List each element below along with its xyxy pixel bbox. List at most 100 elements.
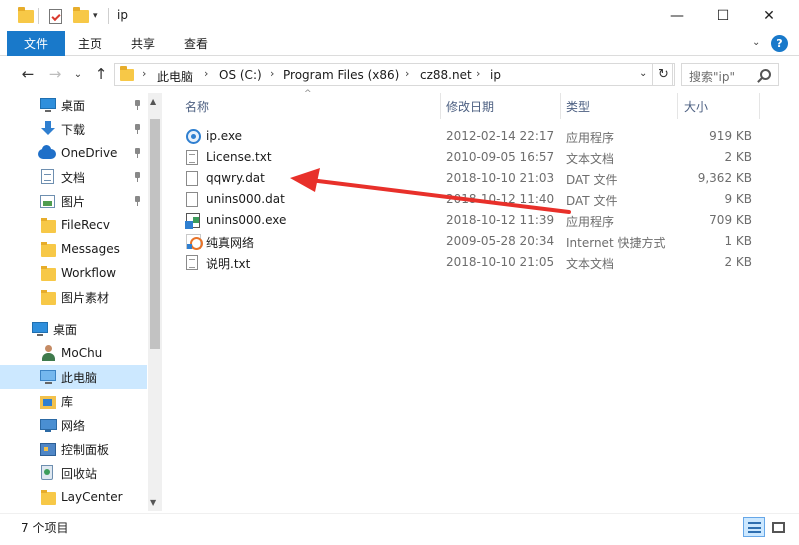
sidebar-item-libraries[interactable]: 库 bbox=[0, 389, 147, 413]
file-row-unins000-exe[interactable]: unins000.exe 2018-10-12 11:39 应用程序 709 K… bbox=[179, 210, 759, 231]
pin-icon[interactable] bbox=[133, 100, 143, 110]
sidebar-item-laycenter[interactable]: LayCenter bbox=[0, 485, 147, 509]
column-header-type[interactable]: 类型 bbox=[566, 93, 590, 119]
refresh-button[interactable]: ↻ bbox=[652, 63, 675, 86]
file-name: 纯真网络 bbox=[206, 236, 255, 250]
sidebar-item-desktop[interactable]: 桌面 bbox=[0, 317, 147, 341]
ribbon-tabs: 文件 主页 共享 查看 ⌄ ? bbox=[0, 31, 799, 56]
file-row-ip-exe[interactable]: ip.exe 2012-02-14 22:17 应用程序 919 KB bbox=[179, 126, 759, 147]
sidebar-item-desktop-pinned[interactable]: 桌面 bbox=[0, 93, 147, 117]
file-size: 2 KB bbox=[724, 255, 752, 269]
tab-file[interactable]: 文件 bbox=[7, 31, 65, 56]
sidebar-item-control-panel[interactable]: 控制面板 bbox=[0, 437, 147, 461]
address-bar[interactable]: › 此电脑 › OS (C:) › Program Files (x86) › … bbox=[114, 63, 673, 86]
up-button[interactable]: ↑ bbox=[90, 63, 112, 85]
address-dropdown-icon[interactable]: ⌄ bbox=[639, 68, 647, 79]
file-row-qqwry-dat[interactable]: qqwry.dat 2018-10-10 21:03 DAT 文件 9,362 … bbox=[179, 168, 759, 189]
search-input[interactable]: 搜索"ip" bbox=[689, 68, 735, 85]
sidebar-item-this-pc[interactable]: 此电脑 bbox=[0, 365, 147, 389]
column-header-date[interactable]: 修改日期 bbox=[446, 93, 494, 119]
file-row-shortcut[interactable]: 纯真网络 2009-05-28 20:34 Internet 快捷方式 1 KB bbox=[179, 231, 759, 252]
this-pc-icon bbox=[40, 370, 56, 384]
sidebar-item-label: 库 bbox=[61, 394, 74, 409]
navigation-pane[interactable]: 桌面 下载 OneDrive 文档 图片 FileRecv Messages W… bbox=[0, 93, 162, 511]
sidebar-item-recycle-bin[interactable]: 回收站 bbox=[0, 461, 147, 485]
minimize-button[interactable]: — bbox=[654, 0, 700, 31]
tab-view[interactable]: 查看 bbox=[184, 31, 208, 56]
sidebar-item-network[interactable]: 网络 bbox=[0, 413, 147, 437]
breadcrumb-separator[interactable]: › bbox=[204, 67, 208, 80]
folder-icon bbox=[41, 266, 56, 281]
sidebar-item-label: Workflow bbox=[61, 266, 117, 280]
column-divider[interactable] bbox=[759, 93, 760, 119]
sidebar-item-downloads[interactable]: 下载 bbox=[0, 117, 147, 141]
tab-share[interactable]: 共享 bbox=[131, 31, 155, 56]
properties-icon[interactable] bbox=[49, 6, 62, 26]
breadcrumb-separator[interactable]: › bbox=[405, 67, 409, 80]
column-header-name[interactable]: 名称 bbox=[185, 93, 209, 119]
file-name: License.txt bbox=[206, 150, 272, 164]
pin-icon[interactable] bbox=[133, 172, 143, 182]
breadcrumb-ip[interactable]: ip bbox=[490, 68, 501, 82]
maximize-button[interactable]: ☐ bbox=[700, 0, 746, 31]
sidebar-item-picture-assets[interactable]: 图片素材 bbox=[0, 285, 147, 309]
sidebar-item-mochu[interactable]: MoChu bbox=[0, 341, 147, 365]
ribbon-expand-icon[interactable]: ⌄ bbox=[752, 37, 760, 48]
sidebar-item-messages[interactable]: Messages bbox=[0, 237, 147, 261]
scrollbar-thumb[interactable] bbox=[150, 119, 160, 349]
file-row-unins000-dat[interactable]: unins000.dat 2018-10-12 11:40 DAT 文件 9 K… bbox=[179, 189, 759, 210]
sidebar-item-workflow[interactable]: Workflow bbox=[0, 261, 147, 285]
folder-icon bbox=[120, 66, 134, 81]
file-row-readme[interactable]: 说明.txt 2018-10-10 21:05 文本文档 2 KB bbox=[179, 252, 759, 273]
search-icon[interactable] bbox=[760, 69, 771, 80]
column-header-size[interactable]: 大小 bbox=[684, 93, 708, 119]
file-date: 2018-10-10 21:03 bbox=[446, 171, 555, 185]
back-button[interactable]: ← bbox=[17, 63, 39, 85]
breadcrumb-this-pc[interactable]: 此电脑 bbox=[157, 68, 193, 85]
sidebar-item-documents[interactable]: 文档 bbox=[0, 165, 147, 189]
large-icons-view-button[interactable] bbox=[767, 517, 789, 537]
breadcrumb-program-files[interactable]: Program Files (x86) bbox=[283, 68, 399, 82]
breadcrumb-os-c[interactable]: OS (C:) bbox=[219, 68, 262, 82]
sidebar-item-label: Messages bbox=[61, 242, 120, 256]
item-count: 7 个项目 bbox=[21, 521, 69, 535]
scroll-down-icon[interactable]: ▼ bbox=[150, 498, 156, 507]
file-size: 9,362 KB bbox=[697, 171, 752, 185]
column-divider[interactable] bbox=[440, 93, 441, 119]
file-date: 2010-09-05 16:57 bbox=[446, 150, 555, 164]
breadcrumb-cz88[interactable]: cz88.net bbox=[420, 68, 472, 82]
sidebar-item-label: 此电脑 bbox=[61, 370, 98, 385]
recent-locations-button[interactable]: ⌄ bbox=[67, 63, 89, 85]
breadcrumb-separator[interactable]: › bbox=[142, 67, 146, 80]
help-icon[interactable]: ? bbox=[771, 35, 788, 52]
sidebar-scrollbar[interactable]: ▲ ▼ bbox=[148, 93, 162, 511]
qa-separator bbox=[38, 6, 39, 26]
tab-home[interactable]: 主页 bbox=[78, 31, 102, 56]
column-divider[interactable] bbox=[677, 93, 678, 119]
quick-access-dropdown[interactable]: ▾ bbox=[93, 6, 98, 26]
blank-file-icon bbox=[186, 171, 198, 186]
file-size: 2 KB bbox=[724, 150, 752, 164]
forward-button[interactable]: → bbox=[44, 63, 66, 85]
column-divider[interactable] bbox=[560, 93, 561, 119]
details-view-button[interactable] bbox=[743, 517, 765, 537]
close-button[interactable]: ✕ bbox=[746, 0, 792, 31]
sidebar-item-label: MoChu bbox=[61, 346, 103, 360]
sidebar-item-pictures[interactable]: 图片 bbox=[0, 189, 147, 213]
new-folder-icon[interactable] bbox=[73, 6, 89, 26]
sidebar-item-label: 下载 bbox=[61, 122, 86, 137]
breadcrumb-separator[interactable]: › bbox=[270, 67, 274, 80]
pin-icon[interactable] bbox=[133, 124, 143, 134]
pin-icon[interactable] bbox=[133, 148, 143, 158]
file-row-license[interactable]: License.txt 2010-09-05 16:57 文本文档 2 KB bbox=[179, 147, 759, 168]
sidebar-item-onedrive[interactable]: OneDrive bbox=[0, 141, 147, 165]
library-icon bbox=[40, 396, 56, 409]
search-box[interactable]: 搜索"ip" bbox=[681, 63, 779, 86]
sidebar-item-label: FileRecv bbox=[61, 218, 110, 232]
sidebar-item-label: 图片素材 bbox=[61, 290, 110, 305]
pin-icon[interactable] bbox=[133, 196, 143, 206]
file-list[interactable]: ^ 名称 修改日期 类型 大小 ip.exe 2012-02-14 22:17 … bbox=[163, 89, 799, 511]
sidebar-item-filerecv[interactable]: FileRecv bbox=[0, 213, 147, 237]
breadcrumb-separator[interactable]: › bbox=[476, 67, 480, 80]
scroll-up-icon[interactable]: ▲ bbox=[150, 97, 156, 106]
